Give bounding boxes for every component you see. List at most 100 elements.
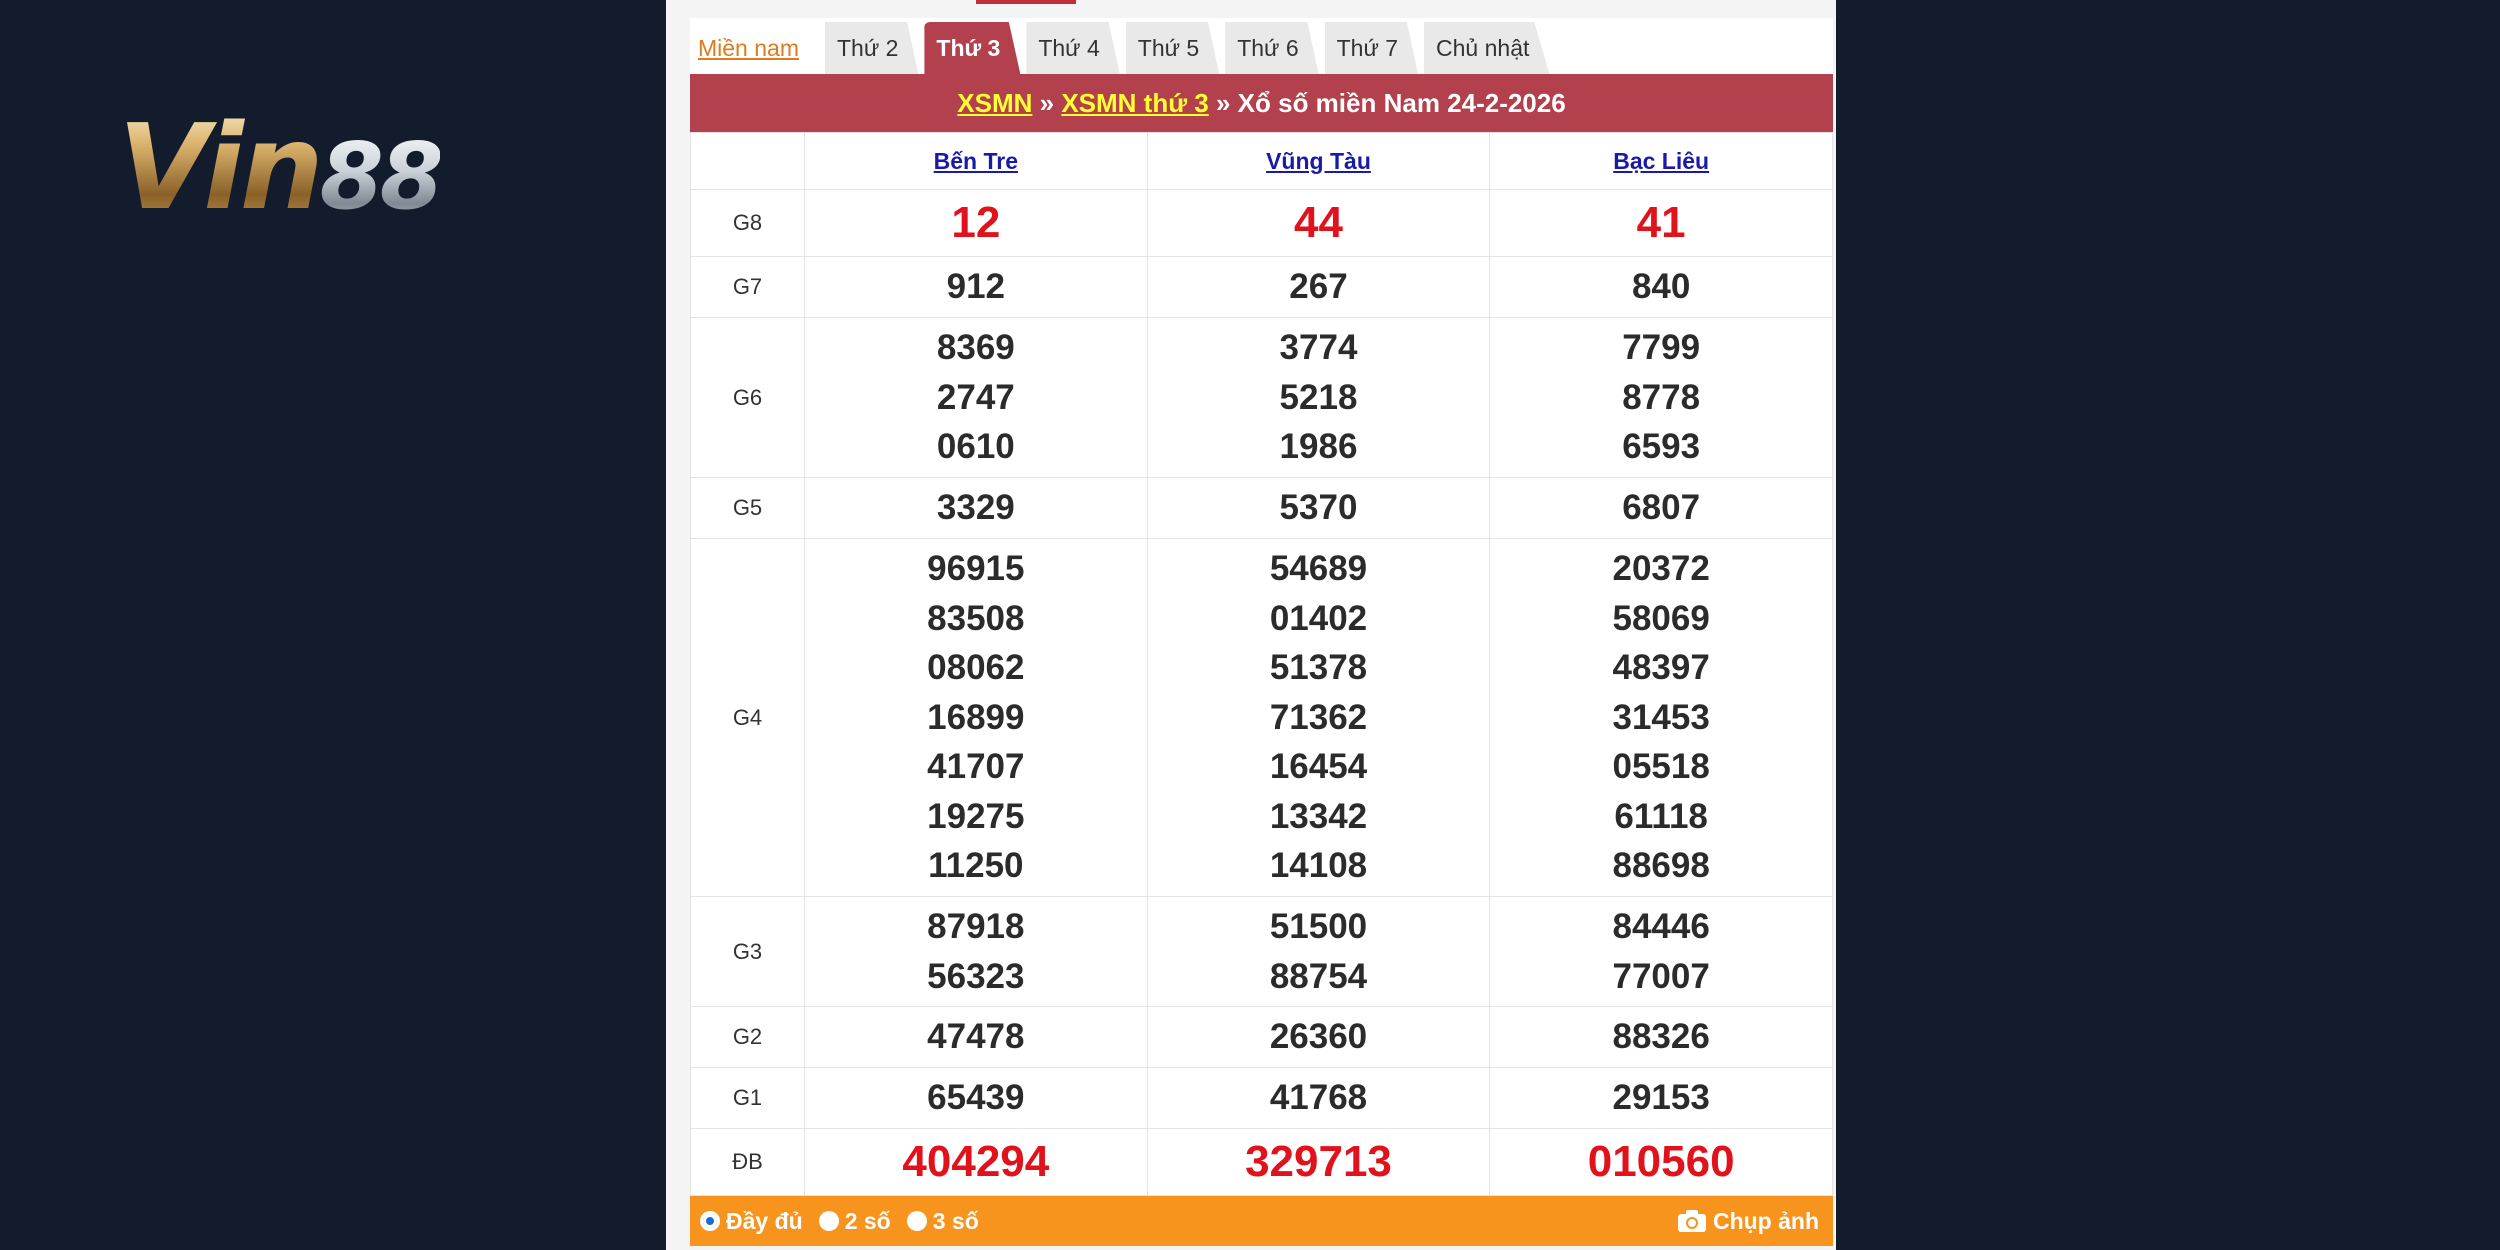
prize-number: 44 — [1294, 198, 1343, 247]
prize-number: 14108 — [1269, 846, 1368, 886]
camera-icon — [1677, 1210, 1706, 1232]
prize-row-g6: G6 8369 2747 0610 3774 5218 1986 7799 8778 6593 — [690, 317, 1833, 478]
prize-cell: 51500 88754 — [1146, 896, 1491, 1007]
prize-number: 87918 — [927, 907, 1025, 946]
prize-number: 88754 — [1269, 956, 1368, 996]
prize-number: 96915 — [927, 549, 1025, 589]
prize-cell: 47478 — [804, 1006, 1148, 1068]
prize-number: 54689 — [1269, 549, 1368, 589]
prize-number: 2747 — [936, 377, 1015, 417]
prize-number: 65439 — [927, 1078, 1025, 1118]
prize-number: 29153 — [1612, 1078, 1710, 1118]
tab-thu-3[interactable]: Thứ 3 — [924, 22, 1021, 74]
prize-cell: 12 — [804, 189, 1148, 257]
prize-number: 20372 — [1612, 549, 1710, 589]
prize-number: 010560 — [1587, 1137, 1735, 1186]
title-text: » Xổ số miền Nam 24-2-2026 — [1208, 88, 1566, 118]
prize-cell: 41 — [1489, 189, 1833, 257]
prize-label: G5 — [690, 477, 805, 539]
option-3-digits[interactable]: 3 số — [906, 1207, 979, 1235]
prize-cell: 65439 — [804, 1067, 1148, 1129]
results-content: Miền nam Thứ 2 Thứ 3 Thứ 4 Thứ 5 Thứ 6 T… — [690, 18, 1833, 1246]
province-link-vung-tau[interactable]: Vũng Tàu — [1266, 148, 1371, 174]
prize-cell: 87918 56323 — [804, 896, 1148, 1007]
tab-chu-nhat[interactable]: Chủ nhật — [1424, 22, 1550, 74]
prize-cell: 3774 5218 1986 — [1146, 317, 1491, 478]
prize-number: 404294 — [902, 1137, 1050, 1186]
xsmn-thu3-link[interactable]: XSMN thứ 3 — [1061, 88, 1208, 118]
prize-number: 61118 — [1614, 796, 1708, 836]
prize-number: 267 — [1289, 267, 1348, 307]
prize-cell: 840 — [1489, 256, 1833, 318]
prize-number: 3329 — [936, 488, 1015, 528]
prize-number: 19275 — [927, 796, 1025, 836]
prize-number: 05518 — [1612, 747, 1710, 787]
top-accent-line — [976, 0, 1076, 4]
prize-number: 51500 — [1269, 907, 1368, 946]
prize-number: 11250 — [928, 846, 1024, 886]
prize-number: 8369 — [936, 328, 1015, 368]
prize-cell: 20372 58069 48397 31453 05518 61118 88698 — [1489, 538, 1833, 897]
prize-label: G7 — [690, 256, 805, 318]
title-separator: » — [1032, 88, 1062, 118]
prize-number: 88698 — [1612, 846, 1710, 886]
results-table: Bến Tre Vũng Tàu Bạc Liêu G8 12 44 41 G7 912 2… — [690, 132, 1833, 1196]
prize-number: 77007 — [1612, 956, 1710, 996]
prize-number: 58069 — [1612, 598, 1710, 638]
province-header-row: Bến Tre Vũng Tàu Bạc Liêu — [690, 132, 1833, 190]
prize-cell: 329713 — [1146, 1128, 1491, 1196]
prize-cell: 7799 8778 6593 — [1489, 317, 1833, 478]
capture-button[interactable]: Chụp ảnh — [1677, 1208, 1819, 1235]
prize-cell: 54689 01402 51378 71362 16454 13342 14108 — [1146, 538, 1491, 897]
prize-label: G3 — [690, 896, 805, 1007]
prize-cell: 26360 — [1146, 1006, 1491, 1068]
prize-label: G6 — [690, 317, 805, 478]
logo-88-text: 88 — [319, 123, 444, 230]
prize-number: 6593 — [1622, 427, 1701, 467]
vin88-logo: Vin88 — [118, 108, 444, 226]
province-link-ben-tre[interactable]: Bến Tre — [934, 148, 1018, 174]
option-2-digits[interactable]: 2 số — [818, 1208, 891, 1235]
result-footer-bar: Đầy đủ 2 số 3 số Chụp ảnh — [690, 1196, 1833, 1246]
prize-label: G4 — [690, 538, 805, 897]
xsmn-link[interactable]: XSMN — [957, 88, 1032, 118]
prize-number: 912 — [946, 267, 1006, 307]
prize-number: 840 — [1631, 267, 1691, 307]
province-link-bac-lieu[interactable]: Bạc Liêu — [1613, 148, 1709, 174]
prize-row-db: ĐB 404294 329713 010560 — [690, 1128, 1833, 1196]
prize-cell: 88326 — [1489, 1006, 1833, 1068]
prize-number: 0610 — [936, 427, 1015, 467]
tab-mien-nam[interactable]: Miền nam — [690, 22, 819, 74]
capture-label: Chụp ảnh — [1712, 1207, 1819, 1234]
tab-thu-7[interactable]: Thứ 7 — [1324, 22, 1419, 74]
option-3-digits-label: 3 số — [932, 1207, 979, 1234]
prize-number: 88326 — [1612, 1017, 1710, 1057]
prize-cell: 5370 — [1146, 477, 1491, 539]
prize-number: 8778 — [1622, 377, 1701, 417]
prize-number: 31453 — [1612, 697, 1710, 737]
option-full[interactable]: Đầy đủ — [700, 1208, 803, 1235]
prize-row-g4: G4 96915 83508 08062 16899 41707 19275 11250 546… — [690, 538, 1833, 897]
prize-row-g3: G3 87918 56323 51500 88754 84446 77007 — [690, 896, 1833, 1007]
prize-number: 83508 — [927, 598, 1025, 638]
tab-thu-4[interactable]: Thứ 4 — [1026, 22, 1120, 74]
radio-icon — [818, 1211, 839, 1231]
prize-label: ĐB — [690, 1128, 805, 1196]
prize-number: 56323 — [927, 956, 1025, 996]
prize-row-g8: G8 12 44 41 — [690, 189, 1833, 257]
tab-thu-2[interactable]: Thứ 2 — [824, 22, 919, 74]
results-title-bar: XSMN » XSMN thứ 3 » Xổ số miền Nam 24-2-… — [690, 74, 1833, 132]
province-header: Bạc Liêu — [1489, 132, 1833, 190]
prize-number: 5370 — [1279, 488, 1358, 528]
prize-number: 08062 — [927, 648, 1025, 688]
prize-cell: 3329 — [804, 477, 1148, 539]
tab-thu-5[interactable]: Thứ 5 — [1125, 22, 1220, 74]
logo-vin-text: Vin — [118, 98, 324, 236]
tab-thu-6[interactable]: Thứ 6 — [1225, 22, 1319, 74]
prize-number: 6807 — [1622, 488, 1701, 528]
prize-number: 16899 — [927, 697, 1025, 737]
prize-cell: 6807 — [1489, 477, 1833, 539]
prize-cell: 29153 — [1489, 1067, 1833, 1129]
radio-icon — [906, 1211, 927, 1231]
prize-cell: 41768 — [1146, 1067, 1491, 1129]
